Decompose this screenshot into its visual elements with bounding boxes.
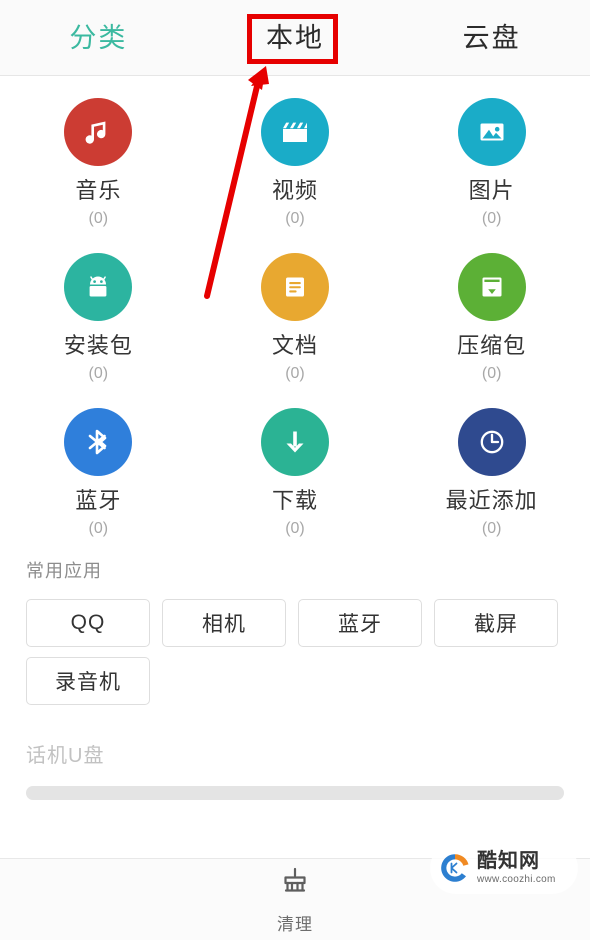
tab-local-label: 本地 [266,22,324,53]
category-item-download[interactable]: 下载 (0) [197,408,394,537]
category-count: (0) [88,365,109,382]
category-label: 下载 [271,488,318,513]
category-grid: 音乐 (0) 视频 (0) 图片 (0) 安装包 (0) 文档 (0) 压缩包 … [0,98,590,537]
category-count: (0) [285,365,305,382]
category-item-video[interactable]: 视频 (0) [197,98,394,227]
category-label: 视频 [271,178,318,203]
watermark-name: 酷知网 [477,850,540,872]
top-tab-bar: 分类 本地 云盘 [0,0,590,76]
category-label: 蓝牙 [75,488,122,513]
storage-section[interactable]: 话机U盘 [0,705,590,800]
app-chip-label: 截屏 [474,613,518,636]
category-label: 压缩包 [457,333,527,358]
app-chip-camera[interactable]: 相机 [162,599,286,647]
tab-cloud-label: 云盘 [462,22,521,53]
tab-category[interactable]: 分类 [0,0,197,76]
broom-icon [278,865,312,904]
app-chip-recorder[interactable]: 录音机 [26,657,150,705]
category-grid-container: 音乐 (0) 视频 (0) 图片 (0) 安装包 (0) 文档 (0) 压缩包 … [0,76,590,537]
app-chip-label: 蓝牙 [338,613,382,636]
category-item-archive[interactable]: 压缩包 (0) [393,253,590,382]
tab-cloud[interactable]: 云盘 [393,0,590,76]
category-label: 文档 [271,333,318,358]
archive-box-icon [457,253,526,321]
storage-progress-track [26,786,564,800]
bluetooth-icon [64,408,133,476]
category-label: 最近添加 [445,488,538,513]
category-label: 安装包 [63,333,133,358]
app-chip-label: QQ [70,611,106,634]
tab-category-label: 分类 [69,22,128,53]
category-count: (0) [88,520,109,537]
music-note-icon [64,98,133,166]
storage-progress-fill [26,786,564,800]
nav-clean-label: 清理 [277,914,313,934]
frequent-apps-section: 常用应用 QQ 相机 蓝牙 截屏 录音机 [0,537,590,705]
document-icon [260,253,329,321]
category-item-document[interactable]: 文档 (0) [197,253,394,382]
app-chip-label: 录音机 [55,671,121,694]
category-item-music[interactable]: 音乐 (0) [0,98,197,227]
watermark-url: www.coozhi.com [477,874,556,885]
category-label: 音乐 [75,178,122,203]
app-chip-list: QQ 相机 蓝牙 截屏 录音机 [26,599,564,705]
file-manager-screen: 分类 本地 云盘 音乐 (0) 视频 (0) 图片 (0) 安装包 (0) 文档… [0,0,590,940]
app-chip-qq[interactable]: QQ [26,599,150,647]
photo-icon [457,98,526,166]
category-item-apk[interactable]: 安装包 (0) [0,253,197,382]
category-count: (0) [285,520,305,537]
category-count: (0) [88,210,109,227]
category-count: (0) [481,210,502,227]
download-arrow-icon [260,408,329,476]
storage-label: 话机U盘 [26,745,105,767]
category-count: (0) [481,520,502,537]
category-label: 图片 [468,178,515,203]
clapperboard-icon [260,98,329,166]
category-item-bluetooth[interactable]: 蓝牙 (0) [0,408,197,537]
category-item-picture[interactable]: 图片 (0) [393,98,590,227]
frequent-apps-title: 常用应用 [26,561,102,581]
android-robot-icon [64,253,133,321]
app-chip-bluetooth[interactable]: 蓝牙 [298,599,422,647]
coozhi-logo-icon [438,851,472,885]
app-chip-label: 相机 [202,613,246,636]
category-count: (0) [481,365,502,382]
app-chip-screenshot[interactable]: 截屏 [434,599,558,647]
category-item-recent[interactable]: 最近添加 (0) [393,408,590,537]
watermark: 酷知网 www.coozhi.com [430,842,578,894]
nav-clean[interactable]: 清理 [277,865,313,935]
category-count: (0) [285,210,305,227]
tab-local[interactable]: 本地 [197,0,394,76]
clock-icon [457,408,526,476]
